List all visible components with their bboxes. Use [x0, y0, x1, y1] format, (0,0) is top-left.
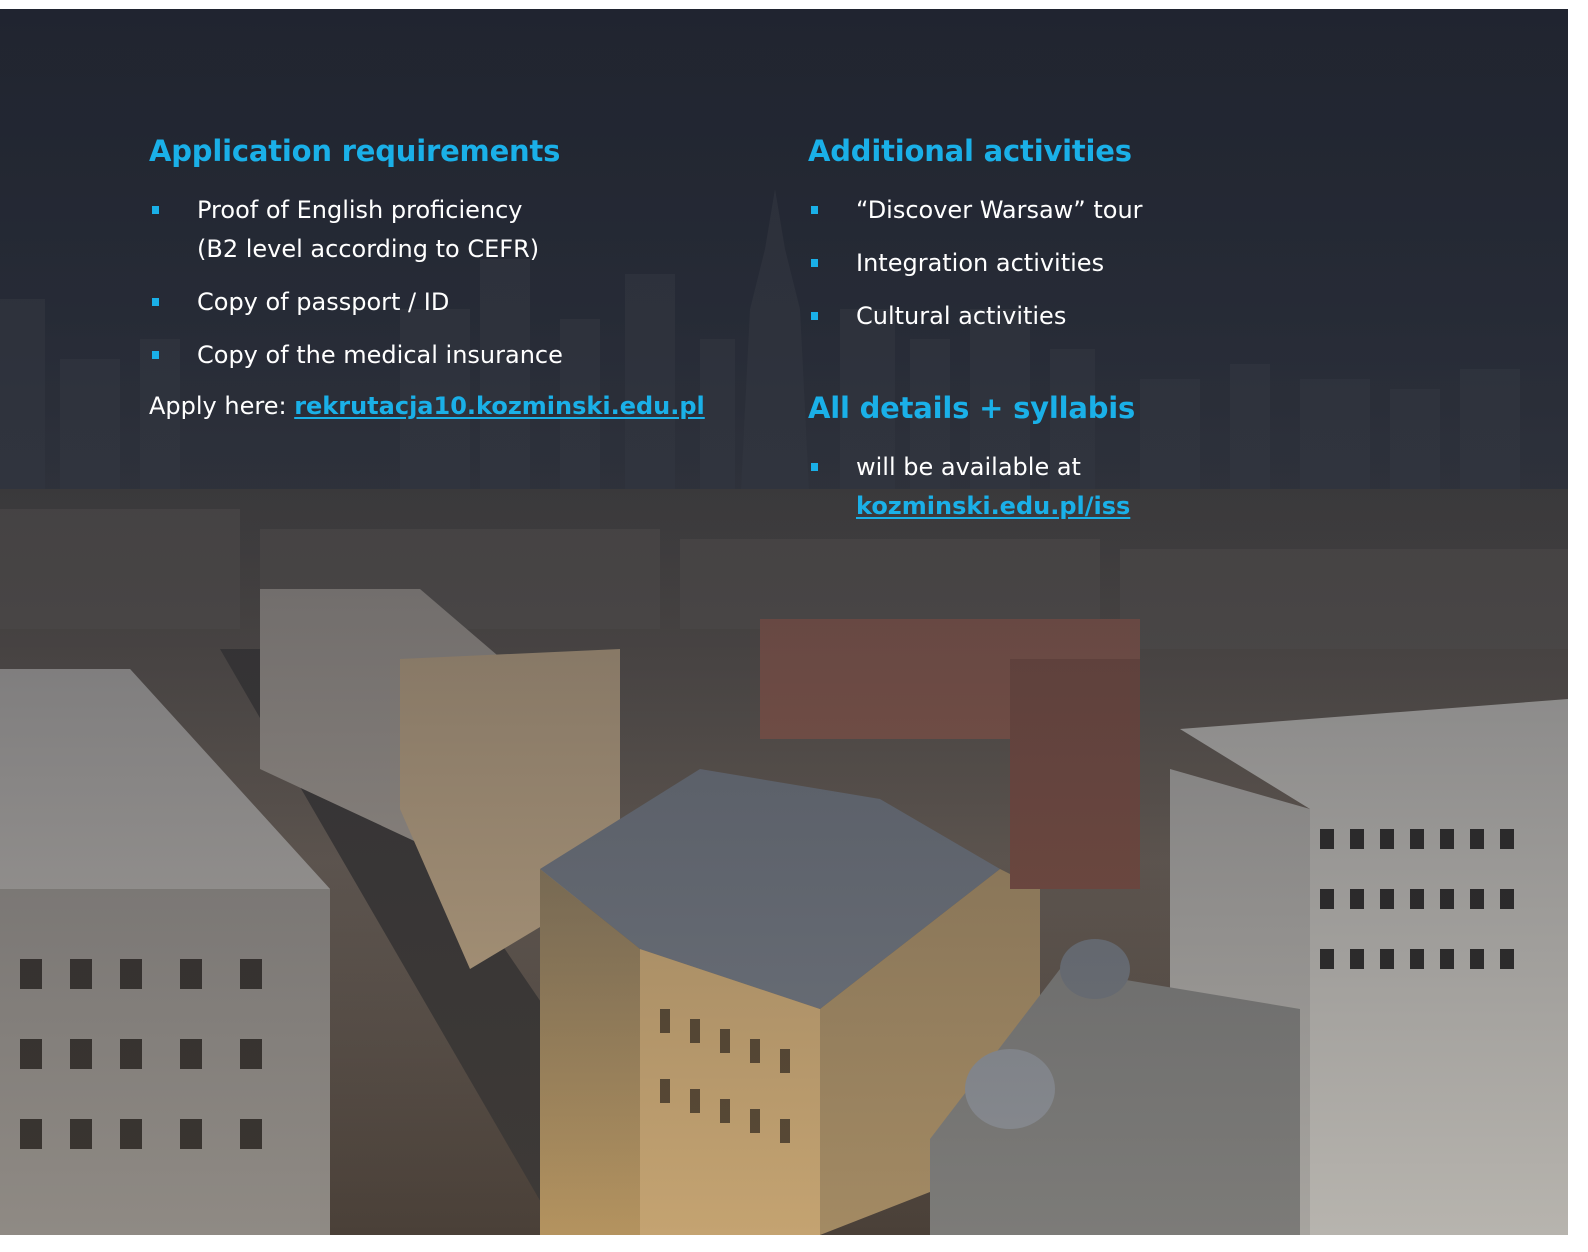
right-column: Additional activities “Discover Warsaw” … — [808, 129, 1448, 540]
list-item: Proof of English proficiency (B2 level a… — [149, 191, 759, 269]
brochure-page: Application requirements Proof of Englis… — [0, 9, 1568, 1235]
syllabus-link[interactable]: kozminski.edu.pl/iss — [856, 487, 1448, 526]
details-text: will be available at — [856, 453, 1081, 481]
apply-line: Apply here: rekrutacja10.kozminski.edu.p… — [149, 387, 759, 426]
list-item-text: Copy of passport / ID — [197, 288, 450, 316]
activities-list: “Discover Warsaw” tour Integration activ… — [808, 191, 1448, 336]
list-item-text: Integration activities — [856, 249, 1105, 277]
apply-link[interactable]: rekrutacja10.kozminski.edu.pl — [294, 392, 705, 420]
additional-activities-heading: Additional activities — [808, 134, 1132, 168]
bullet-square-icon — [811, 206, 818, 214]
bullet-square-icon — [811, 312, 818, 320]
bullet-square-icon — [152, 206, 159, 214]
content-area: Application requirements Proof of Englis… — [0, 9, 1568, 1235]
list-item: “Discover Warsaw” tour — [808, 191, 1448, 230]
list-item: Copy of the medical insurance — [149, 336, 759, 375]
left-column: Application requirements Proof of Englis… — [149, 129, 759, 426]
bullet-square-icon — [811, 259, 818, 267]
list-item-text: Proof of English proficiency — [197, 196, 523, 224]
list-item: will be available at kozminski.edu.pl/is… — [808, 448, 1448, 526]
details-heading: All details + syllabis — [808, 391, 1136, 425]
apply-label: Apply here: — [149, 392, 295, 420]
list-item-text: “Discover Warsaw” tour — [856, 196, 1143, 224]
requirements-list: Proof of English proficiency (B2 level a… — [149, 191, 759, 375]
list-item: Cultural activities — [808, 297, 1448, 336]
bullet-square-icon — [152, 298, 159, 306]
list-item: Copy of passport / ID — [149, 283, 759, 322]
details-list: will be available at kozminski.edu.pl/is… — [808, 448, 1448, 526]
bullet-square-icon — [811, 463, 818, 471]
list-item: Integration activities — [808, 244, 1448, 283]
list-item-text-line2: (B2 level according to CEFR) — [197, 235, 540, 263]
list-item-text: Copy of the medical insurance — [197, 341, 563, 369]
bullet-square-icon — [152, 351, 159, 359]
application-requirements-heading: Application requirements — [149, 134, 561, 168]
list-item-text: Cultural activities — [856, 302, 1067, 330]
